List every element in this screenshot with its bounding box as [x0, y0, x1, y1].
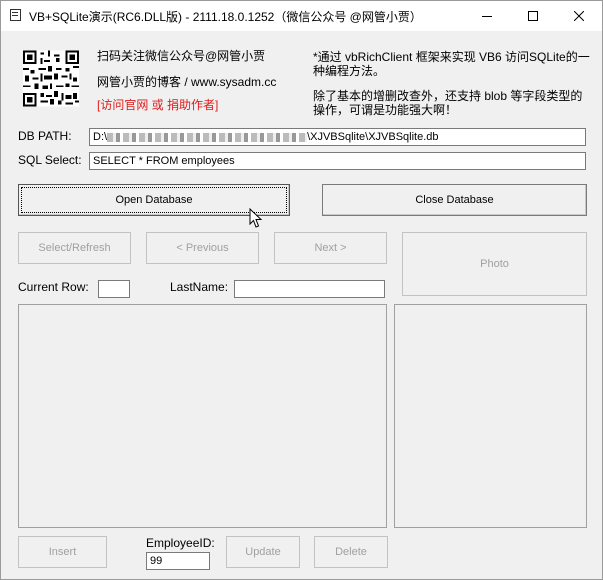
- close-icon: [574, 11, 584, 21]
- title-bar[interactable]: VB+SQLite演示(RC6.DLL版) - 2111.18.0.1252（微…: [1, 1, 602, 31]
- description-line-4: 操作，可谓是功能强大啊！: [313, 103, 458, 117]
- maximize-icon: [528, 11, 538, 21]
- db-path-input[interactable]: D:\ \XJVBSqlite\XJVBSqlite.db: [89, 128, 586, 146]
- lastname-input[interactable]: [234, 280, 385, 298]
- employee-id-label: EmployeeID:: [146, 536, 215, 550]
- delete-button[interactable]: Delete: [314, 536, 388, 568]
- blog-text: 网管小贾的博客 / www.sysadm.cc: [97, 75, 277, 89]
- mouse-cursor-icon: [249, 208, 263, 228]
- update-button[interactable]: Update: [226, 536, 300, 568]
- qr-code-image: [23, 50, 79, 107]
- records-grid-panel[interactable]: [18, 304, 387, 528]
- app-window: VB+SQLite演示(RC6.DLL版) - 2111.18.0.1252（微…: [0, 0, 603, 580]
- current-row-input[interactable]: [98, 280, 130, 298]
- window-title: VB+SQLite演示(RC6.DLL版) - 2111.18.0.1252（微…: [29, 10, 422, 24]
- photo-button[interactable]: Photo: [402, 232, 587, 296]
- sql-select-input[interactable]: SELECT * FROM employees: [89, 152, 586, 170]
- app-icon: [10, 9, 21, 21]
- current-row-label: Current Row:: [18, 280, 89, 294]
- close-button[interactable]: [556, 1, 602, 31]
- db-path-prefix: D:\: [93, 131, 108, 143]
- insert-button[interactable]: Insert: [18, 536, 107, 568]
- description-line-2: 种编程方法。: [313, 64, 386, 78]
- redacted-path-segment: [107, 132, 308, 142]
- maximize-button[interactable]: [510, 1, 556, 31]
- photo-display-panel: [394, 304, 587, 528]
- next-button[interactable]: Next >: [274, 232, 387, 264]
- db-path-label: DB PATH:: [18, 129, 72, 143]
- lastname-label: LastName:: [170, 280, 229, 294]
- minimize-button[interactable]: [464, 1, 510, 31]
- previous-button[interactable]: < Previous: [146, 232, 259, 264]
- employee-id-input[interactable]: 99: [146, 552, 210, 570]
- close-database-button[interactable]: Close Database: [322, 184, 587, 216]
- scan-follow-text: 扫码关注微信公众号@网管小贾: [97, 49, 266, 63]
- select-refresh-button[interactable]: Select/Refresh: [18, 232, 131, 264]
- website-donate-link[interactable]: [访问官网 或 捐助作者]: [97, 96, 218, 113]
- db-path-suffix: \XJVBSqlite\XJVBSqlite.db: [307, 131, 439, 143]
- minimize-icon: [482, 16, 492, 17]
- sql-select-label: SQL Select:: [18, 153, 82, 167]
